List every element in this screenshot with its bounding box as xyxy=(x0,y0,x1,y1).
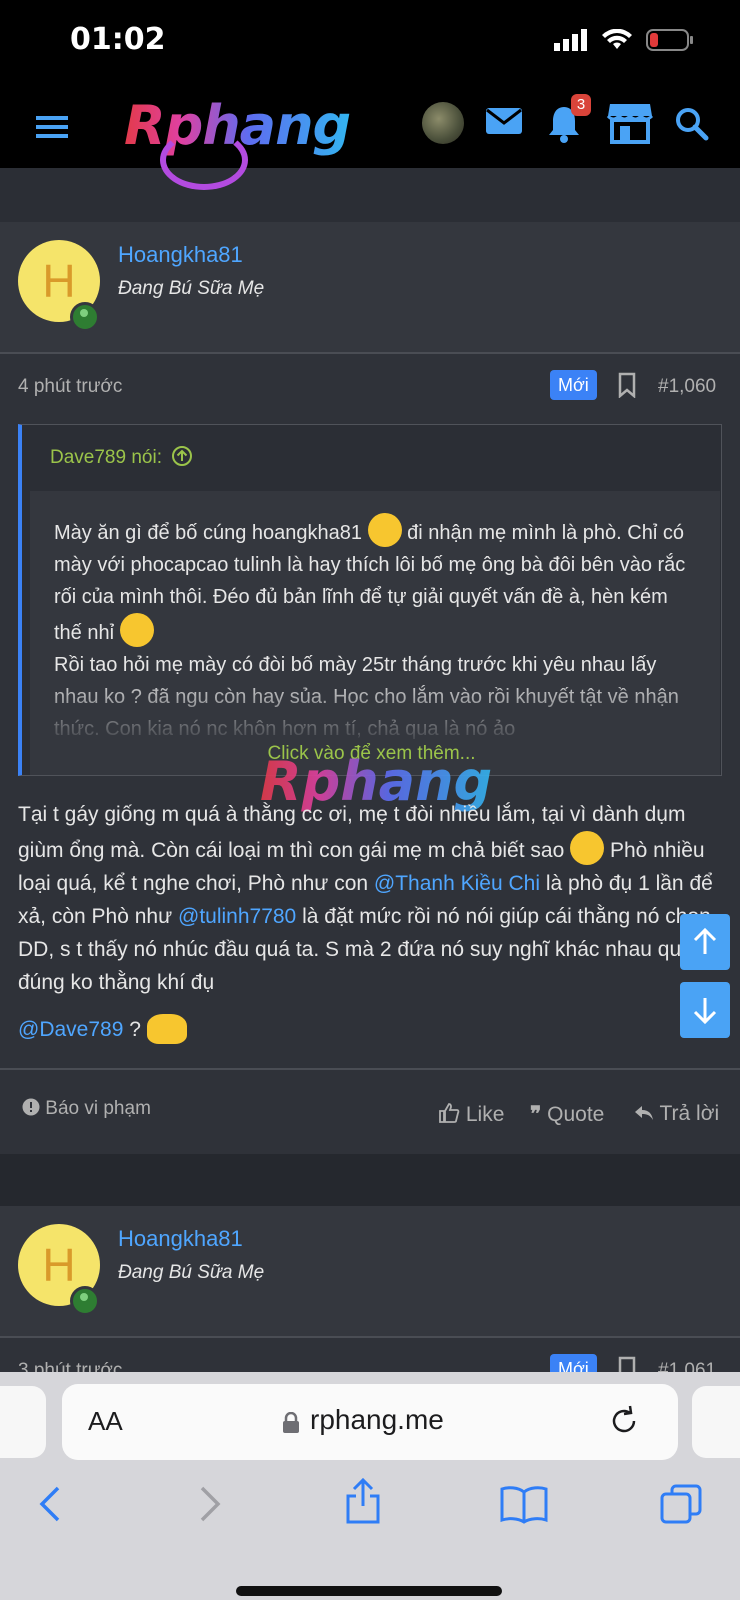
url-text[interactable]: rphang.me xyxy=(310,1404,444,1436)
next-tab-preview[interactable] xyxy=(692,1386,740,1458)
lock-icon xyxy=(283,1412,299,1433)
laughing-emoji-icon xyxy=(367,513,402,547)
quote-line-1a: Mày ăn gì để bố cúng hoangkha81 xyxy=(54,522,363,544)
search-icon[interactable] xyxy=(674,106,710,142)
reply-button[interactable]: Trả lời xyxy=(634,1102,719,1126)
status-bar: 01:02 xyxy=(0,0,740,86)
quote-block: Dave789 nói: Mày ăn gì để bố cúng hoangk… xyxy=(18,424,722,776)
quote-body: Mày ăn gì để bố cúng hoangkha81 đi nhận … xyxy=(30,491,720,775)
status-icons xyxy=(554,28,694,52)
new-badge: Mới xyxy=(550,370,597,400)
scroll-down-button[interactable] xyxy=(680,982,730,1038)
signal-icon xyxy=(554,29,587,51)
share-icon[interactable] xyxy=(344,1478,382,1524)
app-header: Rphang 3 xyxy=(0,86,740,168)
post-number[interactable]: #1,060 xyxy=(658,376,716,398)
username[interactable]: Hoangkha81 xyxy=(118,242,243,268)
post-actions: Báo vi phạm Like ❞ Quote Trả lời xyxy=(0,1068,740,1154)
notification-badge: 3 xyxy=(571,94,591,116)
arrow-up-circle-icon[interactable] xyxy=(171,445,193,467)
report-label: Báo vi phạm xyxy=(45,1098,151,1119)
bookmark-icon[interactable] xyxy=(617,372,637,398)
post-time[interactable]: 4 phút trước xyxy=(18,376,122,398)
quote-label: Quote xyxy=(547,1103,605,1126)
tabs-icon[interactable] xyxy=(660,1484,702,1526)
address-bar[interactable]: AA rphang.me xyxy=(62,1384,678,1460)
laughing-emoji-icon xyxy=(119,613,154,647)
status-time: 01:02 xyxy=(70,22,166,57)
forward-icon[interactable] xyxy=(196,1484,224,1524)
mention-link[interactable]: @Thanh Kiều Chi xyxy=(374,872,540,895)
home-indicator xyxy=(236,1586,502,1596)
tired-emoji-icon xyxy=(146,1014,187,1044)
user-title: Đang Bú Sữa Mẹ xyxy=(118,1262,265,1283)
quote-mark-icon: ❞ xyxy=(530,1103,542,1126)
post-1061: H Hoangkha81 Đang Bú Sữa Mẹ 3 phút trước… xyxy=(0,1206,740,1384)
rofl-emoji-icon xyxy=(570,831,605,865)
wifi-icon xyxy=(602,29,632,49)
online-status-icon xyxy=(70,1286,100,1316)
online-status-icon xyxy=(70,302,100,332)
post-body: Tại t gáy giống m quá à thằng cc ơi, mẹ … xyxy=(18,798,718,1046)
previous-post-remnant xyxy=(0,168,740,220)
post-1060: H Hoangkha81 Đang Bú Sữa Mẹ 4 phút trước… xyxy=(0,222,740,1154)
body-text-5: ? xyxy=(129,1018,141,1041)
quote-button[interactable]: ❞ Quote xyxy=(530,1102,604,1127)
mail-icon[interactable] xyxy=(484,104,524,138)
user-title: Đang Bú Sữa Mẹ xyxy=(118,278,265,299)
thumbs-up-icon xyxy=(439,1103,460,1123)
reply-icon xyxy=(635,1106,653,1120)
username[interactable]: Hoangkha81 xyxy=(118,1226,243,1252)
store-icon[interactable] xyxy=(606,100,654,144)
quote-author[interactable]: Dave789 nói: xyxy=(50,445,193,469)
alert-icon xyxy=(22,1098,40,1116)
like-button[interactable]: Like xyxy=(438,1102,504,1127)
like-label: Like xyxy=(465,1103,505,1126)
reply-label: Trả lời xyxy=(659,1102,720,1125)
arrow-up-icon xyxy=(693,927,717,954)
report-button[interactable]: Báo vi phạm xyxy=(22,1098,151,1120)
previous-post-avatar-ring xyxy=(160,130,248,190)
post-user-block: H Hoangkha81 Đang Bú Sữa Mẹ xyxy=(0,1206,740,1338)
back-icon[interactable] xyxy=(36,1484,64,1524)
menu-icon[interactable] xyxy=(34,110,70,144)
text-size-button[interactable]: AA xyxy=(88,1406,123,1437)
mention-link[interactable]: @tulinh7780 xyxy=(178,905,296,928)
battery-icon xyxy=(646,29,693,51)
arrow-down-icon xyxy=(693,998,717,1025)
user-avatar[interactable] xyxy=(422,102,464,144)
post-separator xyxy=(0,1154,740,1206)
post-user-block: H Hoangkha81 Đang Bú Sữa Mẹ xyxy=(0,222,740,354)
mention-link[interactable]: @Dave789 xyxy=(18,1018,123,1041)
reload-icon[interactable] xyxy=(608,1404,640,1438)
bookmarks-icon[interactable] xyxy=(500,1484,548,1524)
previous-tab-preview[interactable] xyxy=(0,1386,46,1458)
quote-author-label: Dave789 nói: xyxy=(50,447,162,468)
post-meta: 4 phút trước Mới #1,060 xyxy=(0,354,740,418)
browser-toolbar: AA rphang.me xyxy=(0,1372,740,1600)
scroll-up-button[interactable] xyxy=(680,914,730,970)
